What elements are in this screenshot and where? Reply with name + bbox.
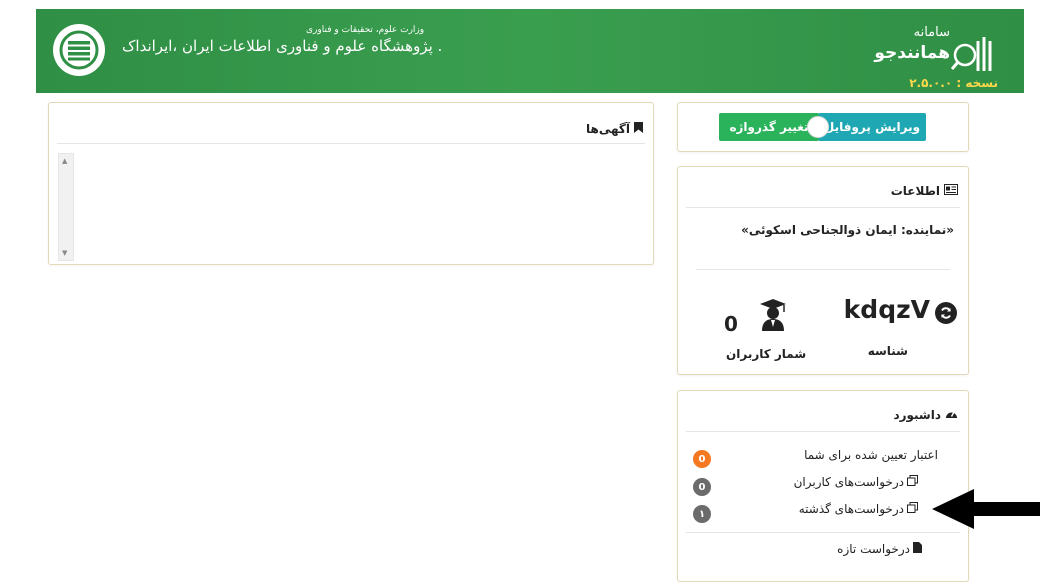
graduate-icon xyxy=(758,297,788,335)
brand-small-label: سامانه xyxy=(913,25,950,40)
id-card-icon xyxy=(944,184,958,198)
dashboard-item-past-requests[interactable]: درخواست‌های گذشته xyxy=(799,502,918,516)
info-panel: اطلاعات «نماینده: ایمان ذوالجناحی اسکوئی… xyxy=(677,166,969,375)
user-requests-badge: 0 xyxy=(693,478,711,496)
new-request-link[interactable]: درخواست تازه xyxy=(837,542,922,556)
dashboard-divider-2 xyxy=(686,532,960,533)
external-window-icon xyxy=(907,502,918,516)
ads-panel: آگهی‌ها ▲ ▼ xyxy=(48,102,654,265)
version-label: نسخه : ۲.۵.۰.۰ xyxy=(909,76,998,90)
profile-actions-panel: ویرایش پروفایل تغییر گذرواژه xyxy=(677,102,969,152)
irandoc-logo-icon xyxy=(59,30,99,70)
institute-logo[interactable] xyxy=(53,24,105,76)
scroll-down-icon[interactable]: ▼ xyxy=(62,249,67,257)
edit-profile-button[interactable]: ویرایش پروفایل xyxy=(818,113,926,141)
dashboard-item-user-requests[interactable]: درخواست‌های کاربران xyxy=(794,475,918,489)
external-window-icon xyxy=(907,475,918,489)
info-divider-2 xyxy=(696,269,950,270)
top-header: وزارت علوم، تحقیقات و فناوری پژوهشگاه عل… xyxy=(36,9,1024,93)
ads-title: آگهی‌ها xyxy=(586,122,643,136)
past-requests-badge: ۱ xyxy=(693,505,711,523)
dashboard-gauge-icon xyxy=(945,408,958,422)
identifier-label: شناسه xyxy=(867,344,908,358)
representative-name: «نماینده: ایمان ذوالجناحی اسکوئی» xyxy=(741,223,954,237)
institute-name: پژوهشگاه علوم و فناوری اطلاعات ایران ،ای… xyxy=(122,37,443,55)
identifier-value: kdqzV xyxy=(843,295,930,324)
dashboard-panel: داشبورد اعتبار تعیین شده برای شما 0 درخو… xyxy=(677,390,969,582)
dashboard-item-credit: اعتبار تعیین شده برای شما xyxy=(804,448,938,462)
dashboard-title: داشبورد xyxy=(893,408,958,422)
ads-divider xyxy=(57,143,645,144)
refresh-icon[interactable] xyxy=(935,302,957,324)
pointer-arrow-icon xyxy=(932,489,1040,529)
bookmark-icon xyxy=(634,122,643,136)
ministry-line: وزارت علوم، تحقیقات و فناوری xyxy=(306,25,425,35)
toggle-dot xyxy=(807,116,829,138)
ads-scrollbar[interactable]: ▲ ▼ xyxy=(58,153,74,261)
brand-name[interactable]: همانندجو xyxy=(874,43,950,63)
hamanandjoo-logo-icon[interactable] xyxy=(950,31,994,77)
info-title: اطلاعات xyxy=(891,184,958,198)
scroll-up-icon[interactable]: ▲ xyxy=(62,157,67,165)
user-count-label: شمار کاربران xyxy=(726,347,807,361)
info-divider xyxy=(686,207,960,208)
user-count-value: 0 xyxy=(724,312,738,336)
dashboard-divider xyxy=(686,431,960,432)
file-icon xyxy=(913,542,922,556)
change-password-button[interactable]: تغییر گذرواژه xyxy=(719,113,819,141)
credit-badge: 0 xyxy=(693,450,711,468)
